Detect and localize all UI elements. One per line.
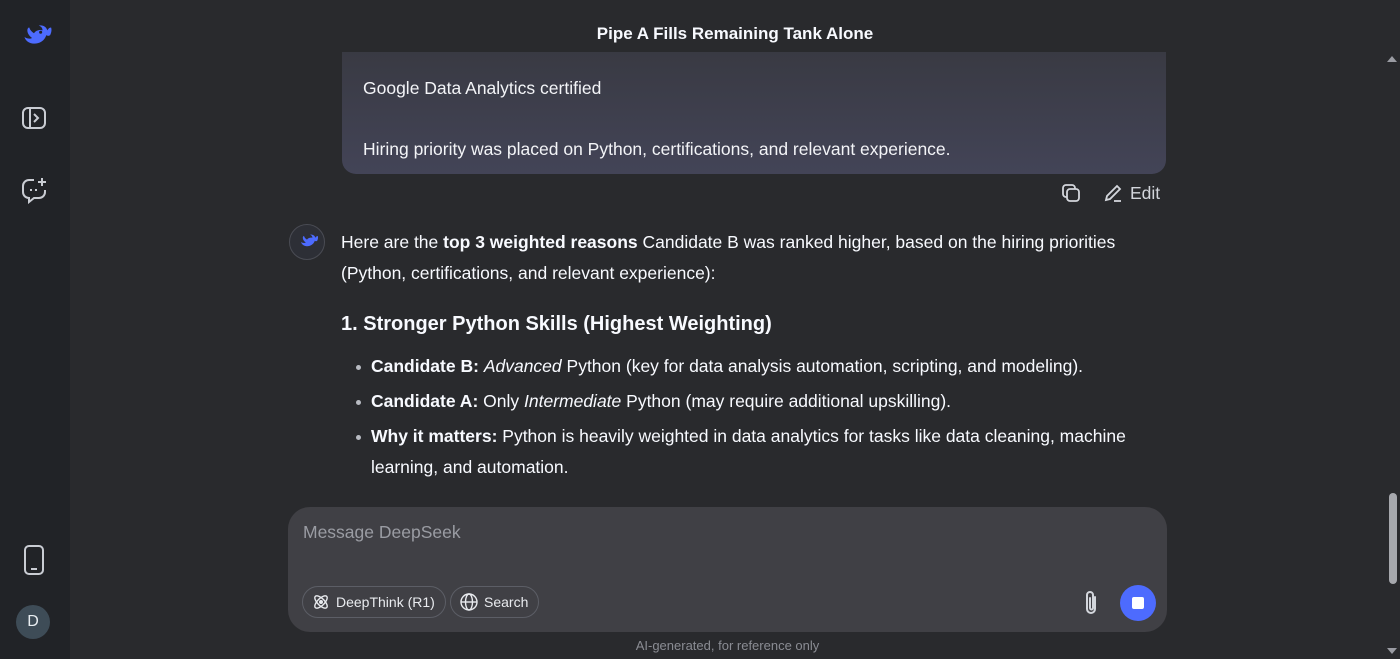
bullet-text: Only — [478, 391, 524, 411]
new-chat-icon[interactable] — [15, 171, 53, 209]
bullet-label: Candidate B: — [371, 356, 479, 376]
sidebar-toggle-icon[interactable] — [15, 99, 53, 137]
edit-label: Edit — [1130, 182, 1161, 203]
bullet-italic: Intermediate — [524, 391, 622, 411]
bullet-list: Candidate B: Advanced Python (key for da… — [341, 351, 1171, 483]
deepthink-label: DeepThink (R1) — [336, 594, 435, 610]
bullet-italic: Advanced — [483, 356, 562, 376]
stop-button[interactable] — [1120, 585, 1156, 621]
scroll-up-arrow-icon[interactable] — [1387, 56, 1397, 62]
search-button[interactable]: Search — [450, 586, 540, 618]
deepthink-button[interactable]: DeepThink (R1) — [302, 586, 446, 618]
bullet-label: Why it matters: — [371, 426, 498, 446]
globe-icon — [460, 593, 478, 611]
avatar-letter: D — [27, 613, 39, 630]
atom-icon — [314, 595, 328, 609]
section-heading: 1. Stronger Python Skills (Highest Weigh… — [341, 313, 772, 335]
list-item: Candidate B: Advanced Python (key for da… — [356, 351, 1171, 382]
copy-button[interactable] — [1060, 182, 1082, 204]
message-actions: Edit — [1060, 180, 1160, 206]
edit-button[interactable]: Edit — [1102, 182, 1160, 204]
mobile-app-icon[interactable] — [15, 541, 53, 579]
copy-icon — [1062, 184, 1080, 202]
scrollbar-thumb[interactable] — [1389, 493, 1397, 584]
footer-note: AI-generated, for reference only — [635, 638, 820, 653]
user-message-bubble: Google Data Analytics certified Hiring p… — [342, 52, 1166, 174]
message-input[interactable] — [303, 522, 1143, 562]
answer-intro: Here are the top 3 weighted reasons Cand… — [341, 227, 1171, 289]
sidebar: D — [0, 0, 70, 659]
intro-text: Here are the — [341, 232, 444, 252]
assistant-message: Here are the top 3 weighted reasons Cand… — [341, 227, 1171, 487]
list-item: Why it matters: Python is heavily weight… — [356, 421, 1171, 483]
paperclip-icon — [1086, 591, 1096, 614]
page-title: Pipe A Fills Remaining Tank Alone — [596, 24, 874, 43]
deepseek-logo-icon — [301, 234, 319, 247]
list-item: Candidate A: Only Intermediate Python (m… — [356, 386, 1171, 417]
user-message-line: Hiring priority was placed on Python, ce… — [363, 139, 951, 159]
deepseek-logo-icon[interactable] — [15, 18, 53, 56]
intro-bold: top 3 weighted reasons — [443, 232, 638, 252]
user-message-line: Google Data Analytics certified — [363, 78, 602, 98]
search-label: Search — [484, 594, 529, 610]
scroll-down-arrow-icon[interactable] — [1387, 648, 1397, 654]
stop-icon — [1132, 597, 1144, 609]
assistant-avatar — [289, 224, 325, 260]
attach-button[interactable] — [1078, 588, 1104, 618]
pencil-icon — [1104, 184, 1122, 202]
bullet-text: Python (may require additional upskillin… — [621, 391, 952, 411]
user-avatar[interactable]: D — [16, 605, 50, 639]
bullet-text: Python (key for data analysis automation… — [561, 356, 1084, 376]
message-composer: DeepThink (R1) Search — [288, 507, 1167, 632]
bullet-label: Candidate A: — [371, 391, 479, 411]
